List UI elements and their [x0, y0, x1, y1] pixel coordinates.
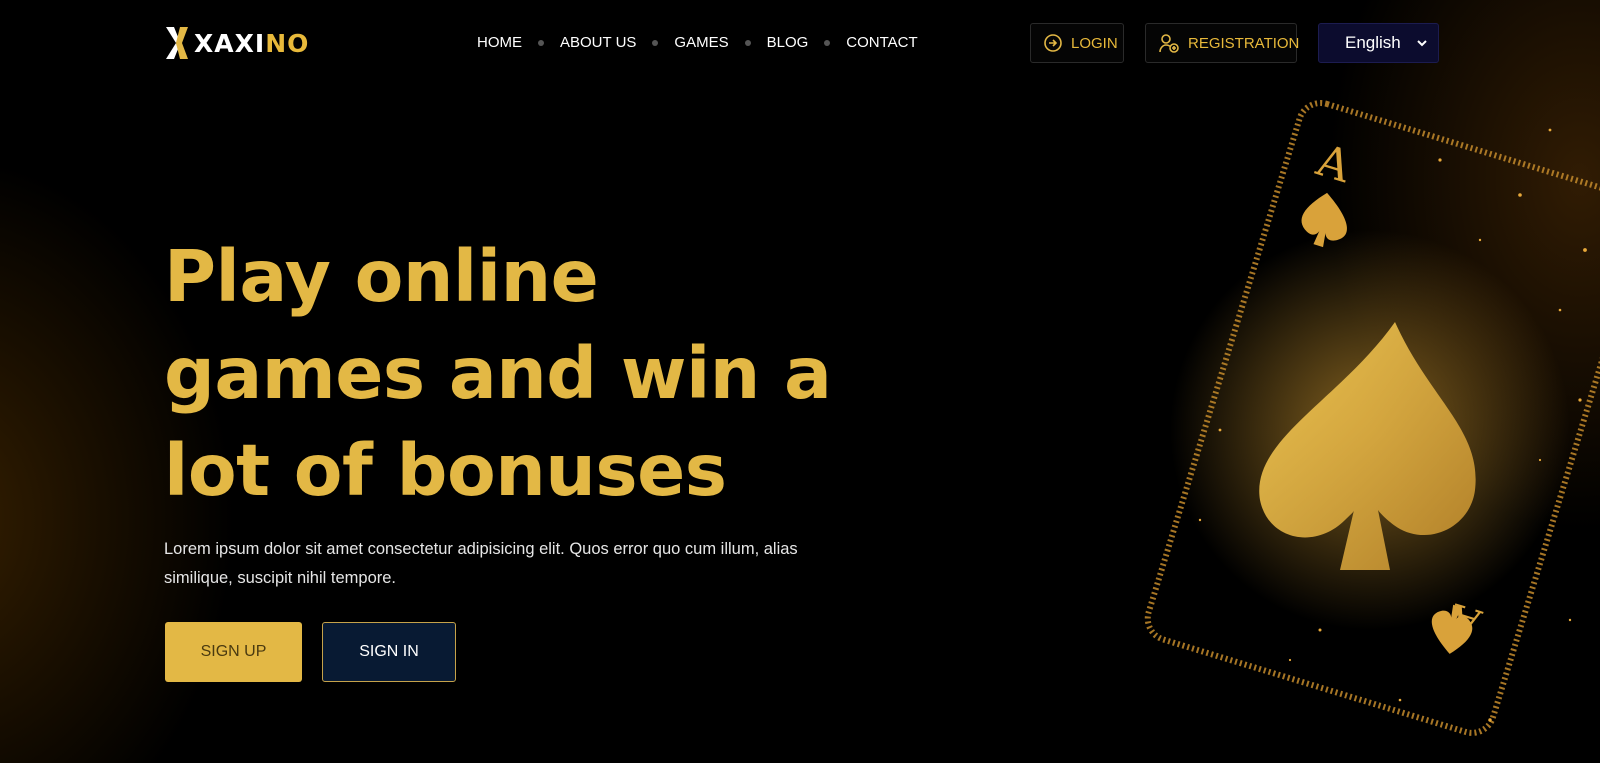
- nav-item-contact[interactable]: CONTACT: [846, 34, 917, 51]
- nav-separator: [744, 39, 751, 46]
- nav-item-about-us[interactable]: ABOUT US: [560, 34, 636, 51]
- logo-text: XAXINO: [194, 29, 309, 58]
- user-add-icon: [1159, 34, 1179, 53]
- svg-text:A: A: [1310, 135, 1357, 194]
- sign-in-button[interactable]: SIGN IN: [322, 622, 456, 682]
- hero-title: Play online games and win a lot of bonus…: [164, 235, 832, 512]
- login-label: LOGIN: [1071, 34, 1118, 52]
- nav-item-blog[interactable]: BLOG: [767, 34, 809, 51]
- ace-of-spades-card-image: A A: [1144, 100, 1600, 736]
- nav-item-home[interactable]: HOME: [477, 34, 522, 51]
- logo-text-gold: NO: [265, 28, 310, 58]
- site-header: XAXINO HOME ABOUT US GAMES BLOG CONTACT …: [0, 0, 1600, 86]
- nav-separator: [652, 39, 659, 46]
- language-select[interactable]: English: [1318, 23, 1439, 63]
- nav-item-games[interactable]: GAMES: [674, 34, 728, 51]
- sign-up-button[interactable]: SIGN UP: [165, 622, 302, 682]
- login-button[interactable]: LOGIN: [1030, 23, 1124, 63]
- language-selected-value: English: [1345, 33, 1401, 52]
- logo-text-white: XAXI: [194, 28, 266, 58]
- hero-subtitle: Lorem ipsum dolor sit amet consectetur a…: [164, 540, 798, 587]
- site-logo[interactable]: XAXINO: [164, 25, 309, 61]
- login-icon: [1044, 34, 1062, 52]
- registration-label: REGISTRATION: [1188, 34, 1300, 52]
- chevron-down-icon: [1417, 40, 1427, 47]
- logo-mark-icon: [166, 27, 188, 59]
- main-nav: HOME ABOUT US GAMES BLOG CONTACT: [477, 34, 918, 51]
- registration-button[interactable]: REGISTRATION: [1145, 23, 1300, 63]
- nav-separator: [538, 39, 544, 46]
- nav-separator: [824, 39, 831, 46]
